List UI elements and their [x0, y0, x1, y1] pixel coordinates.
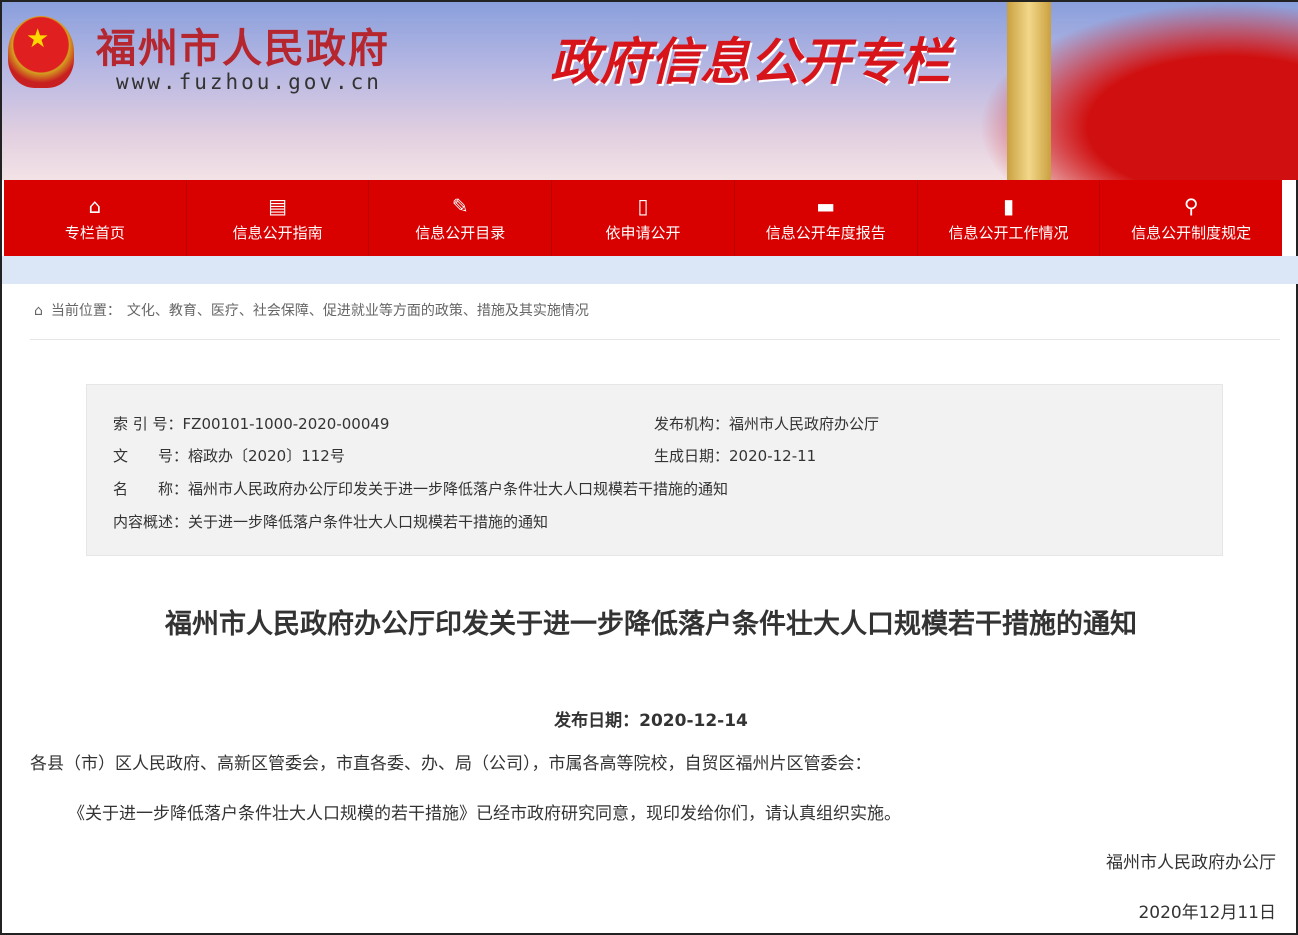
body-paragraph: 《关于进一步降低落户条件壮大人口规模的若干措施》已经市政府研究同意，现印发给你们… [68, 804, 901, 824]
huabiao-pillar-decoration [1007, 2, 1051, 180]
nav-item-home[interactable]: ⌂ 专栏首页 [4, 180, 187, 256]
article-title: 福州市人民政府办公厅印发关于进一步降低落户条件壮大人口规模若干措施的通知 [165, 609, 1137, 640]
national-emblem-icon: ★ [8, 16, 74, 88]
guide-icon: ▤ [268, 194, 288, 218]
header-banner: ★ 福州市人民政府 www.fuzhou.gov.cn 政府信息公开专栏 [2, 2, 1298, 180]
document-number: 文 号：榕政办〔2020〕112号 [113, 447, 345, 465]
document-metadata: 索 引 号：FZ00101-1000-2020-00049 发布机构：福州市人民… [86, 384, 1223, 556]
document-name: 名 称：福州市人民政府办公厅印发关于进一步降低落户条件壮大人口规模若干措施的通知 [113, 480, 729, 498]
column-title: 政府信息公开专栏 [550, 33, 950, 91]
notebook-icon: ▮ [1002, 194, 1014, 218]
nav-item-catalog[interactable]: ✎ 信息公开目录 [369, 180, 553, 256]
main-nav: ⌂ 专栏首页 ▤ 信息公开指南 ✎ 信息公开目录 ▯ 依申请公开 ▬ 信息公开年度报告 ▮… [4, 180, 1282, 256]
document-icon: ▯ [637, 194, 649, 218]
sign-date: 2020年12月11日 [1138, 903, 1276, 923]
breadcrumb: ⌂ 当前位置： 文化、教育、医疗、社会保障、促进就业等方面的政策、措施及其实施情况 [30, 300, 1280, 340]
nav-item-apply[interactable]: ▯ 依申请公开 [552, 180, 735, 256]
home-icon: ⌂ [88, 194, 102, 218]
publish-date: 发布日期：2020-12-14 [554, 711, 748, 731]
catalog-icon: ✎ [451, 194, 469, 218]
signer: 福州市人民政府办公厅 [1106, 853, 1276, 873]
summary: 内容概述：关于进一步降低落户条件壮大人口规模若干措施的通知 [113, 513, 549, 531]
site-name: 福州市人民政府 [96, 26, 390, 72]
site-url: www.fuzhou.gov.cn [116, 70, 382, 94]
nav-underband [2, 256, 1298, 284]
nav-item-annual-report[interactable]: ▬ 信息公开年度报告 [735, 180, 918, 256]
nav-item-guide[interactable]: ▤ 信息公开指南 [187, 180, 370, 256]
folder-icon: ▬ [816, 194, 836, 218]
search-icon: ⚲ [1183, 194, 1199, 218]
breadcrumb-label: 当前位置： [50, 303, 121, 319]
breadcrumb-link[interactable]: 文化、教育、医疗、社会保障、促进就业等方面的政策、措施及其实施情况 [127, 303, 589, 319]
index-number: 索 引 号：FZ00101-1000-2020-00049 [113, 415, 390, 433]
home-icon: ⌂ [34, 303, 43, 319]
created-date: 生成日期：2020-12-11 [654, 447, 817, 465]
salutation: 各县（市）区人民政府、高新区管委会，市直各委、办、局（公司），市属各高等院校，自… [30, 754, 872, 774]
publisher: 发布机构：福州市人民政府办公厅 [654, 415, 880, 433]
nav-item-regulations[interactable]: ⚲ 信息公开制度规定 [1100, 180, 1282, 256]
nav-item-work-status[interactable]: ▮ 信息公开工作情况 [918, 180, 1101, 256]
